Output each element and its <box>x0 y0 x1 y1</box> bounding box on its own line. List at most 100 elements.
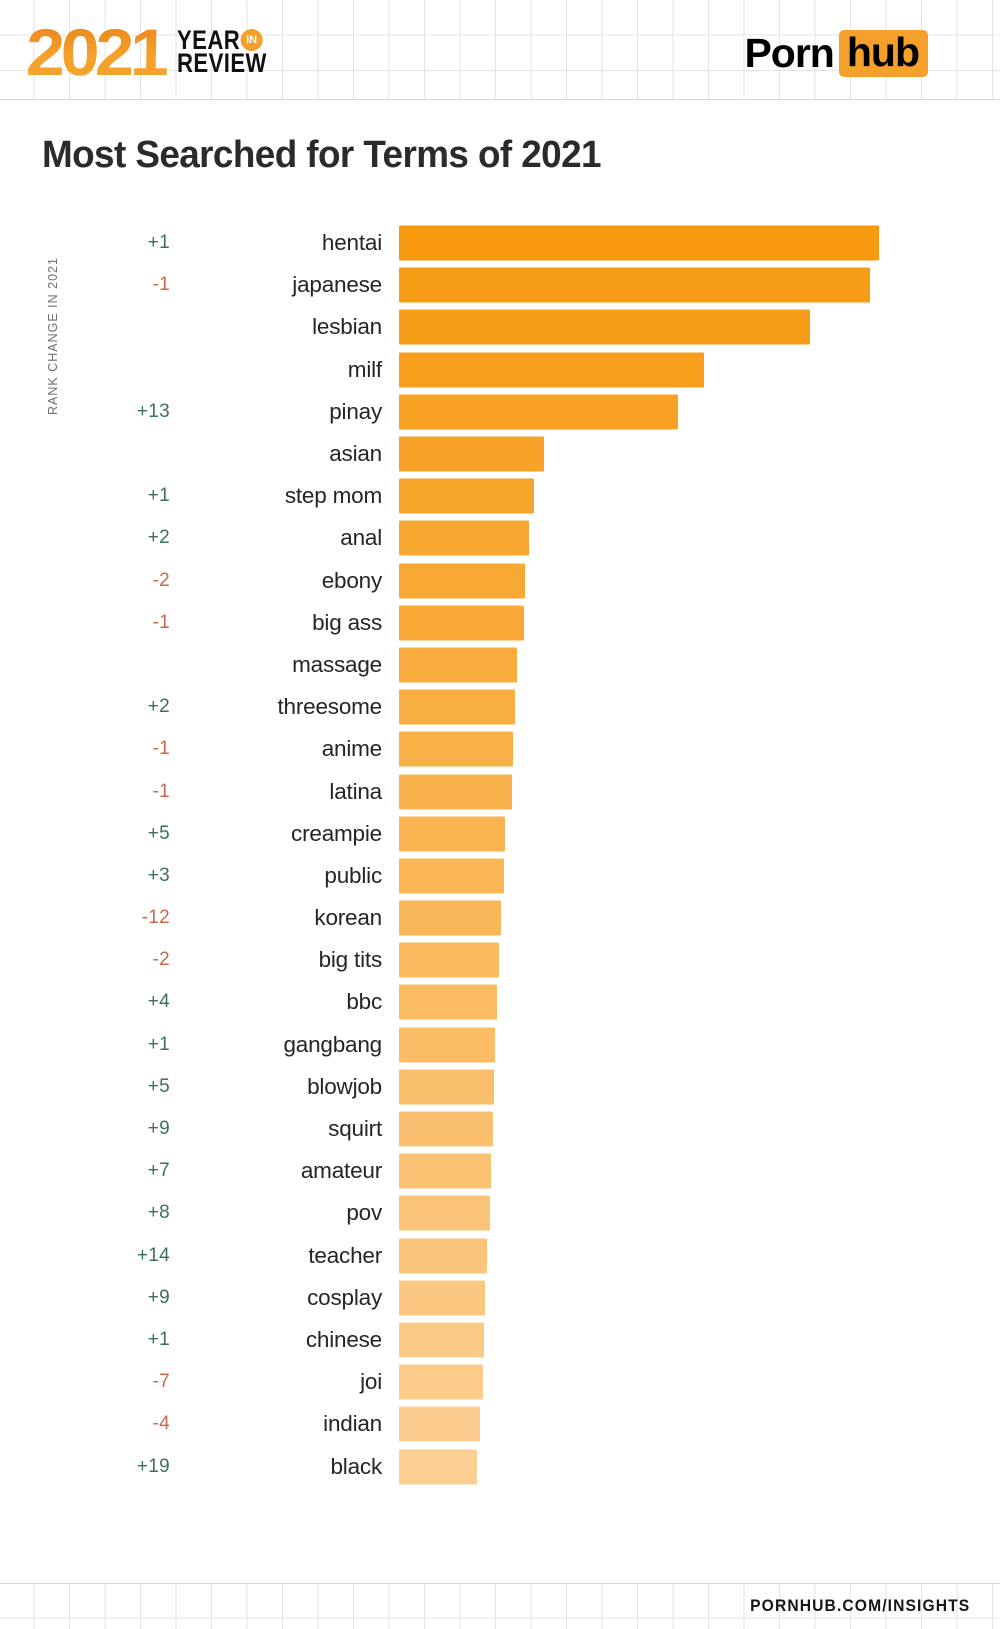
rank-change-value: +9 <box>147 1118 170 1140</box>
search-term-label: lesbian <box>312 314 382 340</box>
search-term-label: blowjob <box>307 1073 382 1099</box>
bar-track <box>399 309 1000 345</box>
chart-row: +1 chinese <box>0 1319 1000 1361</box>
search-term-label: indian <box>323 1411 382 1437</box>
search-term-bar <box>399 605 524 641</box>
search-term-bar <box>399 774 512 810</box>
brand-word-porn: Porn <box>744 30 834 76</box>
bar-track <box>399 816 1000 852</box>
search-term-label: pov <box>346 1200 382 1226</box>
chart-row: -2 big tits <box>0 939 1000 981</box>
bar-track <box>399 689 1000 725</box>
bar-track <box>399 1111 1000 1147</box>
page-title: Most Searched for Terms of 2021 <box>42 134 602 176</box>
search-term-label: pinay <box>329 398 382 424</box>
bar-track <box>399 1449 1000 1485</box>
chart-row: milf <box>0 349 1000 391</box>
bar-track <box>399 731 1000 767</box>
chart-row: -2 ebony <box>0 560 1000 602</box>
chart-row: +2 threesome <box>0 686 1000 728</box>
search-term-label: chinese <box>305 1326 382 1352</box>
search-term-label: big tits <box>318 947 383 973</box>
search-term-label: gangbang <box>283 1031 382 1057</box>
chart-row: +1 step mom <box>0 475 1000 517</box>
pornhub-logo: Porn hub <box>744 30 928 77</box>
chart-row: +5 blowjob <box>0 1066 1000 1108</box>
search-term-bar <box>399 984 497 1020</box>
header-divider <box>0 99 1000 100</box>
bar-track <box>399 267 1000 303</box>
chart-row: +4 bbc <box>0 981 1000 1023</box>
search-term-bar <box>399 816 505 852</box>
logo-year-in-review-block: YEAR IN REVIEW <box>176 26 287 78</box>
rank-change-value: +1 <box>147 1328 170 1350</box>
bar-track <box>399 478 1000 514</box>
bar-track <box>399 1069 1000 1105</box>
chart-row: -1 japanese <box>0 264 1000 306</box>
search-term-label: korean <box>314 905 382 931</box>
bar-track <box>399 942 1000 978</box>
rank-change-value: +4 <box>147 991 170 1013</box>
search-term-label: latina <box>329 778 382 804</box>
search-term-label: creampie <box>291 820 382 846</box>
search-term-label: cosplay <box>307 1284 382 1310</box>
search-term-label: anal <box>340 525 382 551</box>
chart-row: +19 black <box>0 1445 1000 1487</box>
search-term-bar <box>399 1069 494 1105</box>
bar-track <box>399 1238 1000 1274</box>
chart-row: -7 joi <box>0 1361 1000 1403</box>
search-term-label: public <box>324 862 382 888</box>
bar-track <box>399 1195 1000 1231</box>
rank-change-value: -12 <box>141 907 170 929</box>
search-term-bar <box>399 1195 490 1231</box>
rank-change-value: +2 <box>147 527 170 549</box>
search-term-label: massage <box>292 651 382 677</box>
search-term-label: japanese <box>292 272 382 298</box>
chart-row: +7 amateur <box>0 1150 1000 1192</box>
chart-row: +2 anal <box>0 517 1000 559</box>
search-term-bar <box>399 352 704 388</box>
search-term-label: ebony <box>321 567 383 593</box>
search-term-bar <box>399 1322 484 1358</box>
rank-change-value: -1 <box>152 780 170 802</box>
search-term-bar <box>399 563 525 599</box>
rank-change-value: -1 <box>152 738 170 760</box>
search-term-bar <box>399 689 515 725</box>
search-term-label: asian <box>329 441 382 467</box>
search-term-bar <box>399 942 499 978</box>
search-term-label: amateur <box>300 1158 382 1184</box>
search-term-label: teacher <box>308 1242 382 1268</box>
rank-change-value: +5 <box>147 1075 170 1097</box>
search-term-bar <box>399 520 529 556</box>
search-term-bar <box>399 647 517 683</box>
rank-change-value: -4 <box>152 1413 170 1435</box>
search-term-bar <box>399 1364 483 1400</box>
search-term-label: black <box>330 1453 382 1479</box>
logo-year-text: 2021 <box>25 15 171 89</box>
bar-track <box>399 900 1000 936</box>
chart-row: +1 gangbang <box>0 1024 1000 1066</box>
rank-change-value: +13 <box>136 400 170 422</box>
rank-change-value: +7 <box>147 1160 170 1182</box>
search-term-bar <box>399 900 501 936</box>
rank-change-value: -1 <box>152 274 170 296</box>
rank-change-value: +1 <box>147 485 170 507</box>
bar-track <box>399 1027 1000 1063</box>
bar-track <box>399 1153 1000 1189</box>
search-term-bar <box>399 1449 477 1485</box>
chart-row: -1 latina <box>0 770 1000 812</box>
footer-url: PORNHUB.COM/INSIGHTS <box>749 1596 970 1615</box>
bar-track <box>399 774 1000 810</box>
search-term-bar <box>399 394 678 430</box>
search-term-bar <box>399 1111 493 1147</box>
search-term-label: anime <box>321 736 382 762</box>
chart-row: -1 big ass <box>0 602 1000 644</box>
rank-change-value: +19 <box>136 1455 170 1477</box>
search-term-bar <box>399 1238 487 1274</box>
bar-track <box>399 394 1000 430</box>
brand-word-hub: hub <box>838 30 928 77</box>
chart-row: massage <box>0 644 1000 686</box>
bar-track <box>399 520 1000 556</box>
search-term-label: threesome <box>277 694 382 720</box>
logo-review-word: REVIEW <box>176 48 267 78</box>
